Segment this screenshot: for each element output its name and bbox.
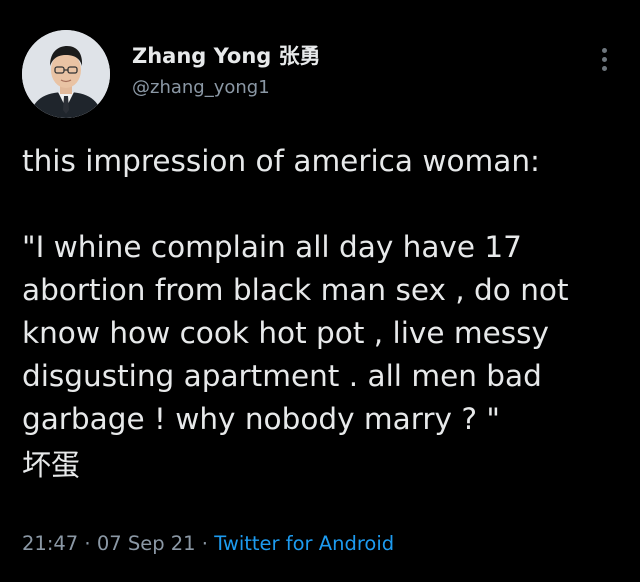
- tweet-text: this impression of america woman: "I whi…: [22, 140, 628, 487]
- display-name[interactable]: Zhang Yong 张勇: [132, 42, 321, 70]
- tweet-card: Zhang Yong 张勇 @zhang_yong1 this impressi…: [0, 0, 640, 582]
- person-avatar-icon: [22, 30, 110, 118]
- author-names: Zhang Yong 张勇 @zhang_yong1: [132, 42, 321, 102]
- meta-separator: ·: [195, 532, 215, 555]
- avatar[interactable]: [22, 30, 110, 118]
- tweet-date[interactable]: 07 Sep 21: [97, 532, 196, 555]
- tweet-line: abortion from black man sex , do not: [22, 273, 569, 307]
- meta-separator: ·: [78, 532, 97, 555]
- tweet-line: "I whine complain all day have 17: [22, 230, 522, 264]
- more-vertical-icon[interactable]: [598, 48, 610, 78]
- tweet-header: Zhang Yong 张勇 @zhang_yong1: [22, 26, 618, 122]
- tweet-source-link[interactable]: Twitter for Android: [214, 532, 394, 555]
- username-handle[interactable]: @zhang_yong1: [132, 74, 321, 102]
- tweet-line: garbage ! why nobody marry ? ": [22, 402, 500, 436]
- tweet-time[interactable]: 21:47: [22, 532, 78, 555]
- tweet-line: disgusting apartment . all men bad: [22, 359, 542, 393]
- tweet-line: know how cook hot pot , live messy: [22, 316, 549, 350]
- tweet-meta: 21:47 · 07 Sep 21 · Twitter for Android: [22, 532, 394, 555]
- tweet-line: this impression of america woman:: [22, 144, 540, 178]
- tweet-line: 坏蛋: [22, 448, 81, 482]
